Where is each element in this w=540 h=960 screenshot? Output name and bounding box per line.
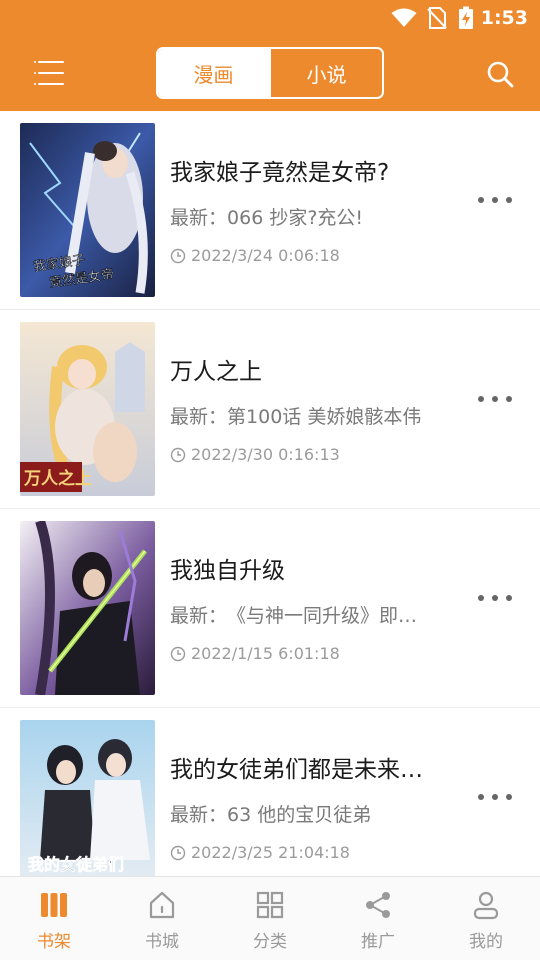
nav-label: 书城: [145, 932, 179, 952]
update-time-text: 2022/1/15 6:01:18: [191, 644, 340, 663]
status-bar: 1:53: [0, 0, 540, 36]
latest-label: 最新：: [170, 804, 228, 826]
latest-chapter: 最新： 第100话 美娇娘骸本伟: [170, 402, 421, 429]
nav-bookshelf[interactable]: 书架: [0, 877, 108, 960]
book-item[interactable]: 我独自升级 最新： 《与神一同升级》即… 2022/1/15 6:01:18: [0, 509, 540, 708]
menu-button[interactable]: [34, 60, 64, 86]
update-time: 2022/3/30 0:16:13: [170, 445, 340, 464]
book-cover: 万人之上: [20, 322, 155, 496]
status-time: 1:53: [480, 7, 528, 29]
latest-chapter-name: 066 抄家?充公!: [227, 207, 364, 229]
nav-label: 书架: [37, 932, 71, 952]
wifi-icon: [391, 8, 417, 27]
latest-chapter: 最新： 066 抄家?充公!: [170, 203, 363, 230]
no-sim-icon: [427, 7, 447, 29]
latest-chapter-name: 63 他的宝贝徒弟: [227, 804, 372, 826]
update-time: 2022/3/25 21:04:18: [170, 843, 350, 862]
latest-chapter: 最新： 《与神一同升级》即…: [170, 601, 417, 628]
more-options-icon[interactable]: [478, 195, 512, 205]
book-title: 我独自升级: [170, 558, 285, 584]
book-cover: [20, 521, 155, 695]
book-item[interactable]: 我家娘子 竟然是女帝 我家娘子竟然是女帝? 最新： 066 抄家?充公! 2022…: [0, 111, 540, 310]
nav-profile[interactable]: 我的: [432, 877, 540, 960]
update-time: 2022/3/24 0:06:18: [170, 246, 340, 265]
clock-icon: [170, 845, 186, 860]
tab-novel[interactable]: 小说: [269, 49, 382, 97]
clock-icon: [170, 646, 186, 661]
nav-promotion[interactable]: 推广: [324, 877, 432, 960]
home-icon: [149, 891, 175, 919]
book-title: 万人之上: [170, 359, 262, 385]
user-icon: [473, 891, 499, 920]
book-item[interactable]: 我的女徒弟们 我的女徒弟们都是未来… 最新： 63 他的宝贝徒弟 2022/3/2…: [0, 708, 540, 876]
update-time: 2022/1/15 6:01:18: [170, 644, 340, 663]
content-type-tabs: 漫画 小说: [156, 47, 384, 99]
update-time-text: 2022/3/25 21:04:18: [191, 843, 350, 862]
book-cover: 我家娘子 竟然是女帝: [20, 123, 155, 297]
latest-chapter-name: 第100话 美娇娘骸本伟: [227, 406, 422, 428]
tab-comic[interactable]: 漫画: [158, 49, 269, 97]
update-time-text: 2022/3/24 0:06:18: [191, 246, 340, 265]
book-item[interactable]: 万人之上 万人之上 最新： 第100话 美娇娘骸本伟 2022/3/30 0:16…: [0, 310, 540, 509]
more-options-icon[interactable]: [478, 792, 512, 802]
battery-charging-icon: [459, 6, 473, 29]
latest-label: 最新：: [170, 605, 228, 627]
more-options-icon[interactable]: [478, 593, 512, 603]
book-cover: 我的女徒弟们: [20, 720, 155, 876]
category-icon: [256, 891, 284, 919]
top-bar: 1:53 漫画 小说: [0, 0, 540, 111]
search-icon[interactable]: [486, 60, 514, 88]
update-time-text: 2022/3/30 0:16:13: [191, 445, 340, 464]
nav-label: 我的: [469, 932, 503, 952]
bottom-navigation: 书架 书城 分类 推广 我的: [0, 876, 540, 960]
latest-chapter: 最新： 63 他的宝贝徒弟: [170, 800, 371, 827]
latest-label: 最新：: [170, 406, 228, 428]
svg-text:我的女徒弟们: 我的女徒弟们: [28, 855, 124, 874]
bookshelf-icon: [41, 893, 67, 917]
book-title: 我家娘子竟然是女帝?: [170, 160, 390, 186]
nav-category[interactable]: 分类: [216, 877, 324, 960]
latest-label: 最新：: [170, 207, 228, 229]
clock-icon: [170, 248, 186, 263]
nav-label: 分类: [253, 932, 287, 952]
nav-label: 推广: [361, 932, 395, 952]
clock-icon: [170, 447, 186, 462]
more-options-icon[interactable]: [478, 394, 512, 404]
book-title: 我的女徒弟们都是未来…: [170, 757, 423, 783]
nav-bookstore[interactable]: 书城: [108, 877, 216, 960]
share-icon: [366, 892, 390, 918]
svg-text:万人之上: 万人之上: [23, 468, 92, 489]
latest-chapter-name: 《与神一同升级》即…: [227, 605, 418, 627]
bookshelf-list: 我家娘子 竟然是女帝 我家娘子竟然是女帝? 最新： 066 抄家?充公! 2022…: [0, 111, 540, 876]
